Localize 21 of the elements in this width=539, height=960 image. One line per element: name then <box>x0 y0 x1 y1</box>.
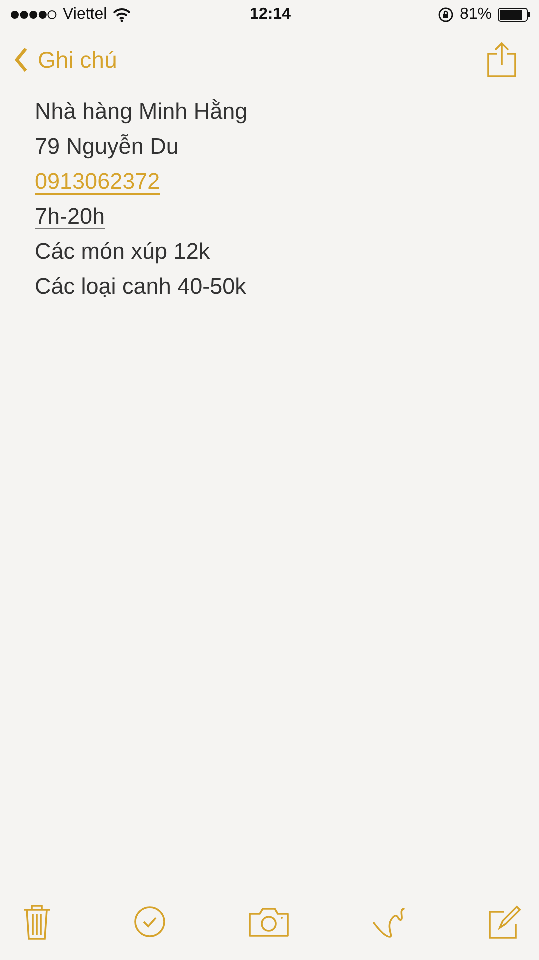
sketch-icon[interactable] <box>372 905 406 939</box>
camera-icon[interactable] <box>248 906 290 938</box>
note-line: Các món xúp 12k <box>35 238 210 266</box>
battery-icon <box>498 8 532 22</box>
battery-percent: 81% <box>460 6 492 24</box>
compose-icon[interactable] <box>488 904 522 940</box>
clock-time: 12:14 <box>250 6 291 24</box>
back-button[interactable]: Ghi chú <box>14 46 118 74</box>
wifi-icon <box>113 8 132 22</box>
note-line: Nhà hàng Minh Hằng <box>35 98 248 126</box>
signal-icon <box>10 10 57 20</box>
note-line: Các loại canh 40-50k <box>35 273 246 301</box>
time-link[interactable]: 7h-20h <box>35 199 106 234</box>
share-icon[interactable] <box>487 42 517 78</box>
back-chevron-icon <box>14 47 28 73</box>
checkmark-circle-icon[interactable] <box>134 906 166 938</box>
trash-icon[interactable] <box>22 903 52 941</box>
note-line: 79 Nguyễn Du <box>35 133 179 161</box>
phone-link[interactable]: 0913062372 <box>35 164 160 199</box>
rotation-lock-icon <box>438 7 454 23</box>
carrier-name: Viettel <box>63 6 108 24</box>
